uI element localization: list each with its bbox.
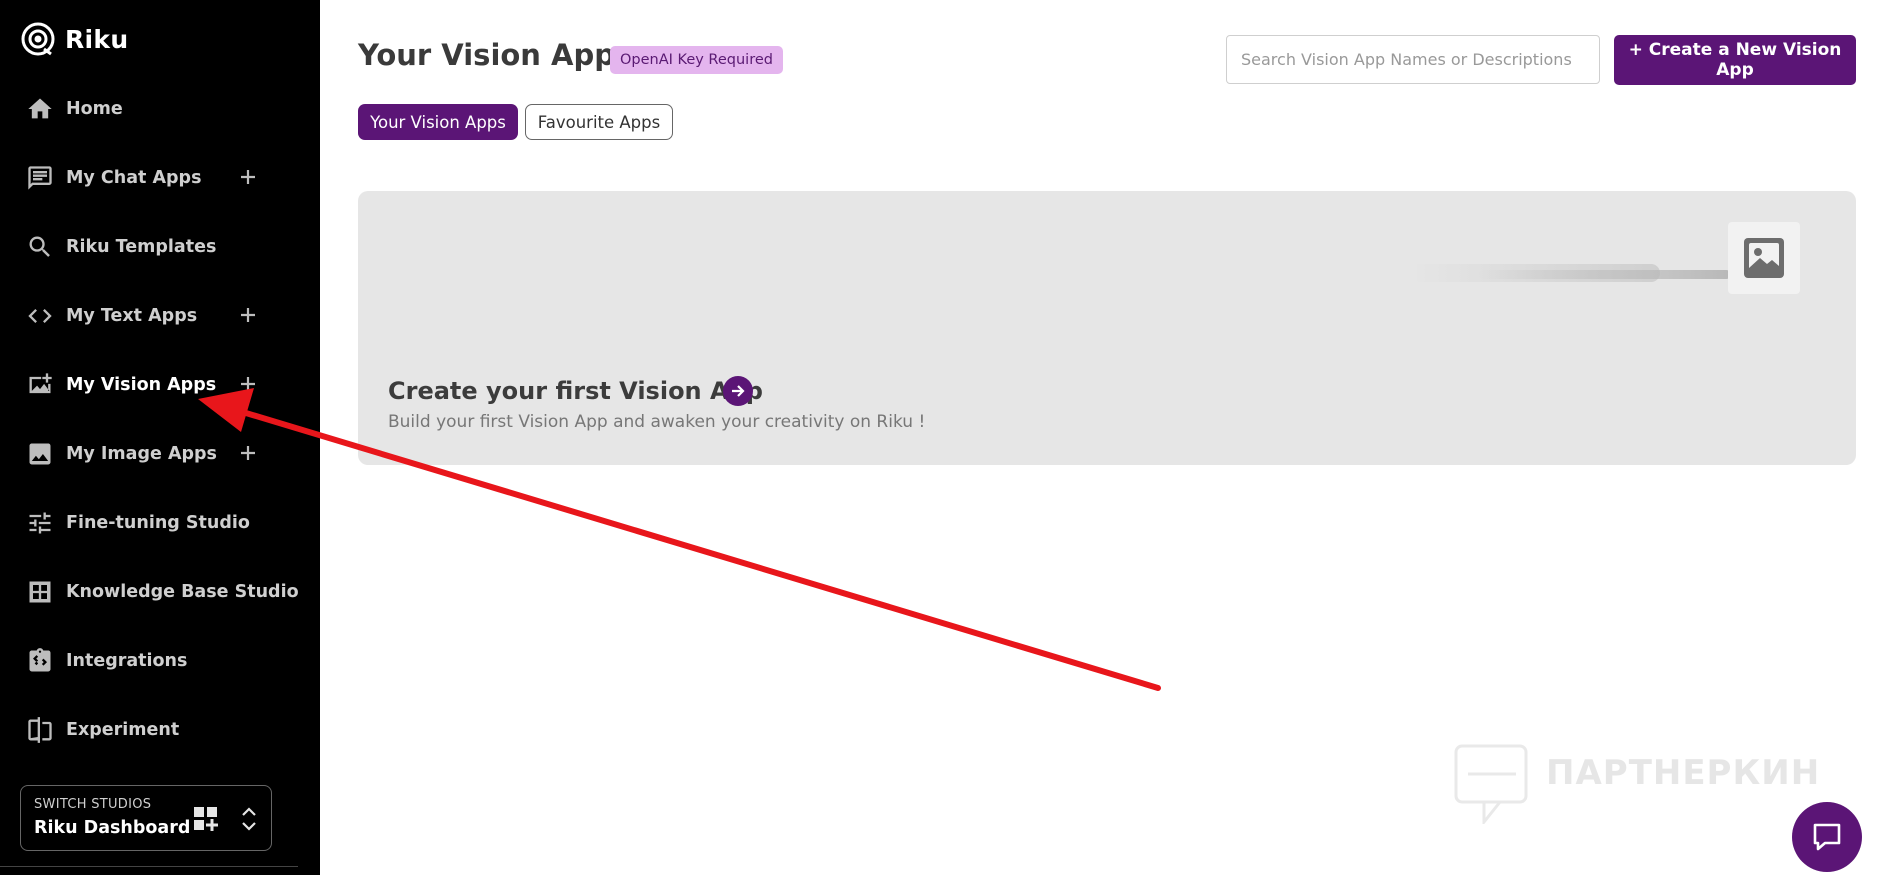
openai-key-badge: OpenAI Key Required <box>610 46 783 74</box>
illustration-line <box>1478 270 1731 279</box>
add-vision-app-icon[interactable] <box>236 372 260 396</box>
sidebar-item-knowledge-base[interactable]: Knowledge Base Studio <box>0 557 320 626</box>
sidebar-item-vision-apps[interactable]: My Vision Apps <box>0 350 320 419</box>
switch-studios-dropdown[interactable]: SWITCH STUDIOS Riku Dashboard <box>20 785 272 851</box>
sidebar-item-text-apps[interactable]: My Text Apps <box>0 281 320 350</box>
sidebar-item-label: Experiment <box>66 719 180 740</box>
sidebar-item-integrations[interactable]: Integrations <box>0 626 320 695</box>
tab-favourite-apps[interactable]: Favourite Apps <box>525 104 673 140</box>
sidebar-item-label: My Image Apps <box>66 443 217 464</box>
experiment-icon <box>26 716 54 744</box>
dashboard-add-icon <box>194 807 218 831</box>
chat-icon <box>26 164 54 192</box>
add-chat-app-icon[interactable] <box>236 165 260 189</box>
current-studio: Riku Dashboard <box>34 818 191 838</box>
create-vision-app-button[interactable]: + Create a New Vision App <box>1614 35 1856 85</box>
home-icon <box>26 95 54 123</box>
sidebar-item-label: My Chat Apps <box>66 167 202 188</box>
create-first-vision-app-card[interactable]: Create your first Vision App Build your … <box>358 191 1856 465</box>
sidebar-item-label: Integrations <box>66 650 188 671</box>
sidebar-item-templates[interactable]: Riku Templates <box>0 212 320 281</box>
grid-icon <box>26 578 54 606</box>
integrations-icon <box>26 647 54 675</box>
search-icon <box>26 233 54 261</box>
sidebar: Riku Home My Chat Apps Riku Templates My… <box>0 0 320 875</box>
sidebar-item-label: Riku Templates <box>66 236 217 257</box>
chevron-up-down-icon <box>242 807 256 831</box>
brand-logo[interactable]: Riku <box>20 20 128 58</box>
chat-support-button[interactable] <box>1792 802 1862 872</box>
search-input[interactable] <box>1226 35 1600 84</box>
sidebar-item-label: Fine-tuning Studio <box>66 512 250 533</box>
sidebar-item-label: Knowledge Base Studio <box>66 581 299 602</box>
page-title: Your Vision Apps <box>358 38 633 72</box>
image-icon <box>26 440 54 468</box>
vision-icon <box>26 371 54 399</box>
sidebar-item-experiment[interactable]: Experiment <box>0 695 320 764</box>
sidebar-nav: Home My Chat Apps Riku Templates My Text… <box>0 74 320 764</box>
sidebar-item-home[interactable]: Home <box>0 74 320 143</box>
image-placeholder-icon <box>1744 238 1784 278</box>
sidebar-item-label: Home <box>66 98 123 119</box>
card-title: Create your first Vision App <box>388 377 763 405</box>
watermark-text: ПАРТНЕРКИН <box>1546 753 1821 793</box>
code-icon <box>26 302 54 330</box>
sliders-icon <box>26 509 54 537</box>
chat-bubble-icon <box>1813 823 1841 851</box>
card-subtitle: Build your first Vision App and awaken y… <box>388 412 926 432</box>
add-text-app-icon[interactable] <box>236 303 260 327</box>
brand-name: Riku <box>65 24 129 54</box>
sidebar-item-fine-tuning[interactable]: Fine-tuning Studio <box>0 488 320 557</box>
sidebar-divider <box>0 866 298 867</box>
illustration-tile <box>1728 222 1800 294</box>
sidebar-item-label: My Text Apps <box>66 305 198 326</box>
tab-your-vision-apps[interactable]: Your Vision Apps <box>358 104 518 140</box>
sidebar-item-label: My Vision Apps <box>66 374 217 395</box>
add-image-app-icon[interactable] <box>236 441 260 465</box>
sidebar-item-image-apps[interactable]: My Image Apps <box>0 419 320 488</box>
switch-studios-caption: SWITCH STUDIOS <box>34 797 152 812</box>
sidebar-item-chat-apps[interactable]: My Chat Apps <box>0 143 320 212</box>
arrow-right-icon[interactable] <box>723 376 753 406</box>
riku-logo-icon <box>21 22 55 56</box>
